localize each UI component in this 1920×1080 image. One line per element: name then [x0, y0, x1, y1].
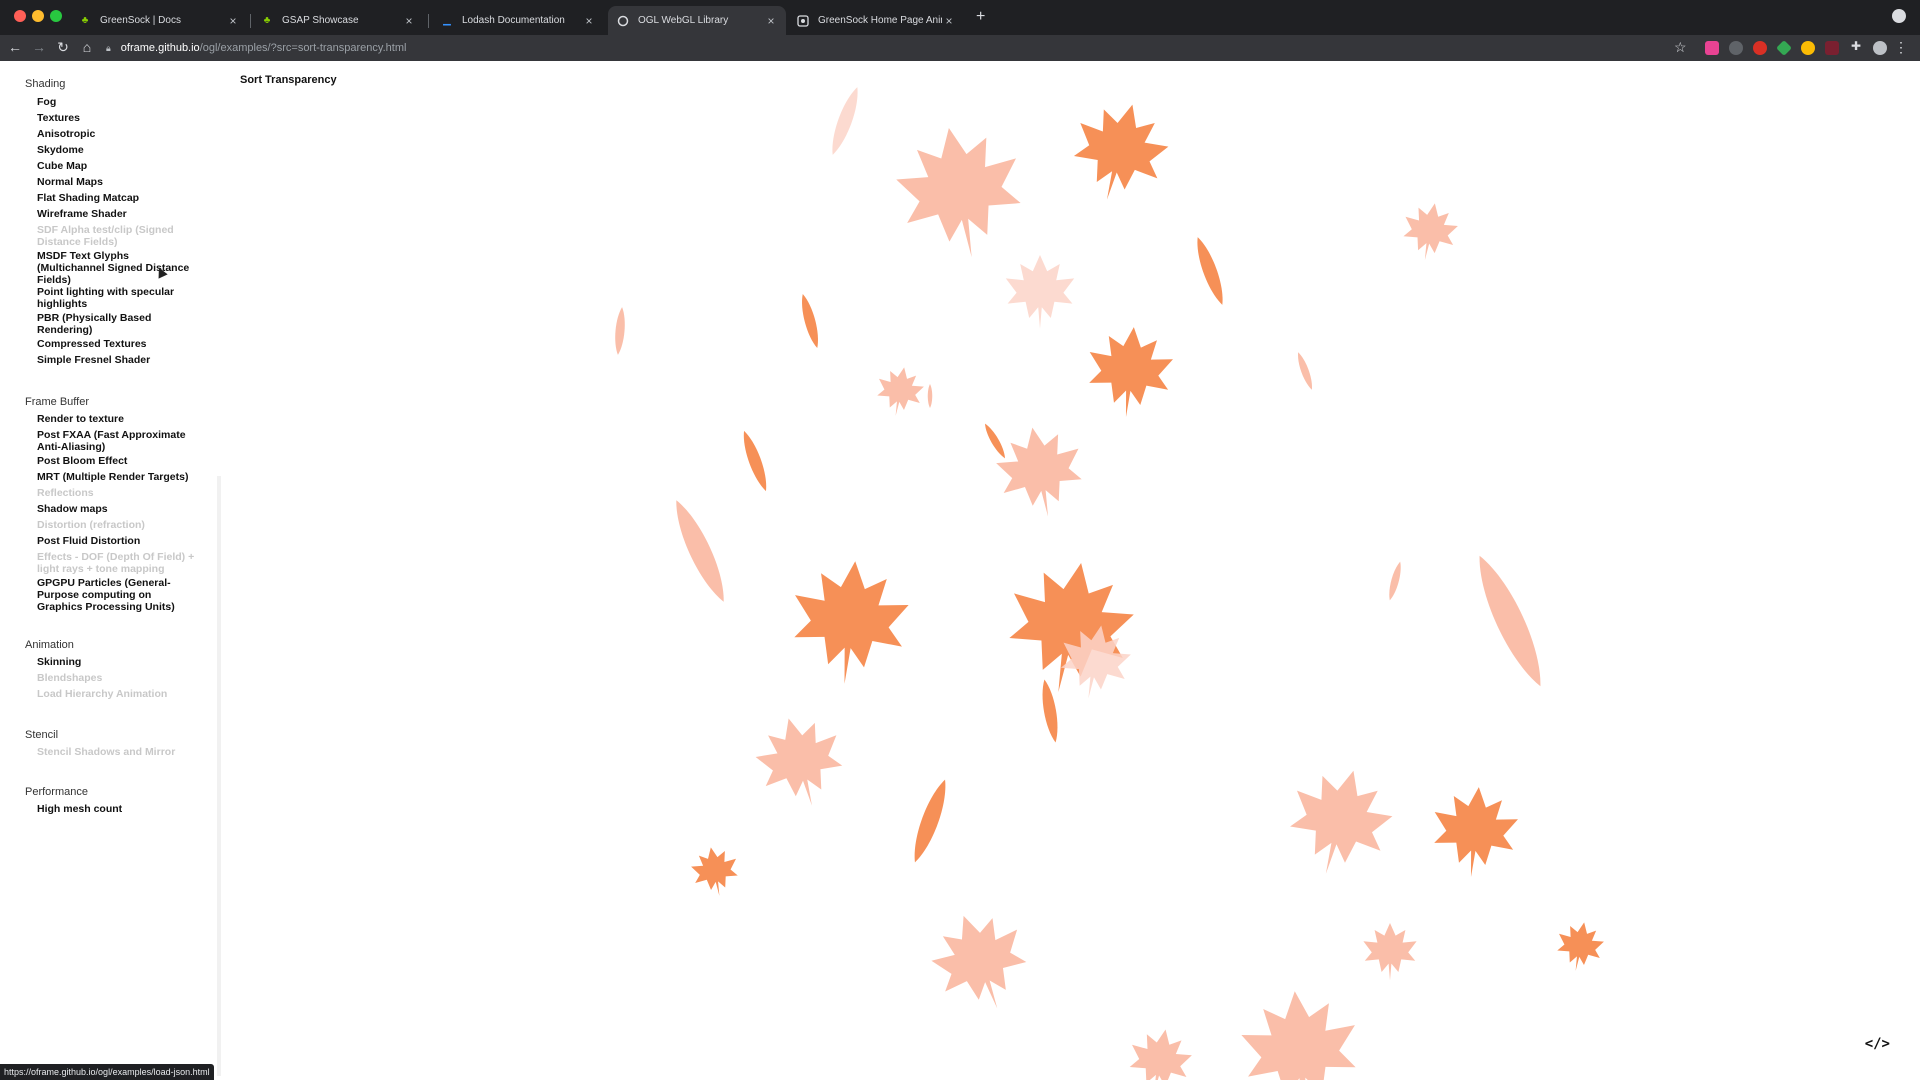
falling-leaf	[1197, 237, 1223, 305]
home-icon[interactable]: ⌂	[78, 39, 96, 55]
address-bar[interactable]: 🔒︎ oframe.github.io/ogl/examples/?src=so…	[106, 38, 1702, 58]
tab-title: OGL WebGL Library	[638, 15, 729, 26]
view-source-code-icon[interactable]: </>	[1865, 1036, 1890, 1052]
back-arrow-icon[interactable]: ←	[6, 39, 24, 55]
falling-leaf	[802, 293, 818, 349]
greensock-favicon-icon: ♣	[263, 15, 271, 26]
status-url-bar: https://oframe.github.io/ogl/examples/lo…	[0, 1064, 214, 1080]
lodash-favicon-icon: ▁	[443, 15, 451, 26]
greensock-home-favicon-icon	[796, 14, 810, 28]
profile-avatar[interactable]	[1873, 41, 1887, 55]
close-tab-icon[interactable]: ×	[582, 14, 596, 28]
browser-tab-bar: ♣ GreenSock | Docs × ♣ GSAP Showcase × ▁…	[0, 0, 1920, 35]
falling-leaf	[1073, 104, 1169, 200]
falling-leaf	[676, 500, 724, 602]
close-tab-icon[interactable]: ×	[402, 14, 416, 28]
browser-tab-greensock-home[interactable]: GreenSock Home Page Animat ×	[788, 6, 964, 35]
falling-leaf	[1241, 991, 1356, 1080]
browser-tab-greensock-docs[interactable]: ♣ GreenSock | Docs ×	[70, 6, 248, 35]
falling-leaf	[832, 87, 858, 155]
falling-leaf	[615, 307, 625, 355]
close-tab-icon[interactable]: ×	[764, 14, 778, 28]
falling-leaf	[691, 847, 738, 896]
falling-leaf	[1290, 770, 1393, 874]
bookmark-star-icon[interactable]: ☆	[1674, 39, 1687, 56]
browser-tab-ogl[interactable]: OGL WebGL Library ×	[608, 6, 786, 35]
falling-leaf	[1298, 352, 1312, 390]
falling-leaf	[985, 423, 1005, 459]
tab-search-icon[interactable]	[1892, 9, 1906, 23]
falling-leaf	[914, 779, 946, 863]
tab-separator	[250, 14, 251, 28]
falling-leaf	[1089, 327, 1173, 418]
falling-leaf	[755, 718, 843, 806]
webgl-canvas[interactable]	[0, 61, 1920, 1080]
falling-leaf	[996, 427, 1082, 517]
ogl-favicon-icon	[616, 14, 630, 28]
tab-title: Lodash Documentation	[462, 15, 565, 26]
reload-icon[interactable]: ↻	[54, 39, 72, 56]
extension-icon[interactable]	[1825, 41, 1839, 55]
tab-title: GSAP Showcase	[282, 15, 359, 26]
falling-leaf	[1005, 255, 1075, 329]
page-content: Shading Fog Textures Anisotropic Skydome Cube…	[0, 61, 1920, 1080]
extension-icon[interactable]	[1705, 41, 1719, 55]
extension-icon[interactable]	[1801, 41, 1815, 55]
url-path: /ogl/examples/?src=sort-transparency.htm…	[199, 42, 407, 54]
maximize-window-button[interactable]	[50, 10, 62, 22]
browser-tab-gsap-showcase[interactable]: ♣ GSAP Showcase ×	[252, 6, 424, 35]
close-tab-icon[interactable]: ×	[942, 14, 956, 28]
greensock-favicon-icon: ♣	[81, 15, 89, 26]
browser-tab-lodash[interactable]: ▁ Lodash Documentation ×	[432, 6, 604, 35]
url-host: oframe.github.io	[120, 42, 200, 54]
extension-icon[interactable]	[1729, 41, 1743, 55]
falling-leaf	[1389, 561, 1401, 601]
falling-leaf	[1042, 679, 1058, 743]
close-window-button[interactable]	[14, 10, 26, 22]
forward-arrow-icon[interactable]: →	[30, 39, 48, 55]
browser-toolbar: ← → ↻ ⌂ 🔒︎ oframe.github.io/ogl/examples…	[0, 35, 1920, 61]
falling-leaf	[1363, 923, 1417, 981]
falling-leaf	[1434, 787, 1518, 878]
falling-leaf	[877, 367, 924, 416]
close-tab-icon[interactable]: ×	[226, 14, 240, 28]
falling-leaf	[1479, 555, 1541, 687]
puzzle-extensions-icon[interactable]: ✚	[1847, 39, 1865, 53]
tab-title: GreenSock Home Page Animat	[818, 15, 942, 26]
menu-kebab-icon[interactable]: ⋮	[1894, 39, 1908, 56]
tab-separator	[428, 14, 429, 28]
minimize-window-button[interactable]	[32, 10, 44, 22]
falling-leaf	[743, 430, 767, 492]
falling-leaf	[794, 561, 909, 684]
falling-leaf	[896, 127, 1021, 258]
falling-leaf	[931, 915, 1027, 1009]
falling-leaf	[1403, 203, 1458, 260]
falling-leaf	[1009, 562, 1134, 693]
falling-leaf	[1557, 922, 1604, 971]
new-tab-icon[interactable]: +	[976, 8, 985, 26]
falling-leaf	[927, 384, 933, 408]
lock-icon: 🔒︎	[106, 42, 111, 53]
extension-icon[interactable]	[1776, 40, 1792, 56]
extension-icon[interactable]	[1753, 41, 1767, 55]
falling-leaf	[1129, 1029, 1192, 1080]
tab-title: GreenSock | Docs	[100, 15, 181, 26]
